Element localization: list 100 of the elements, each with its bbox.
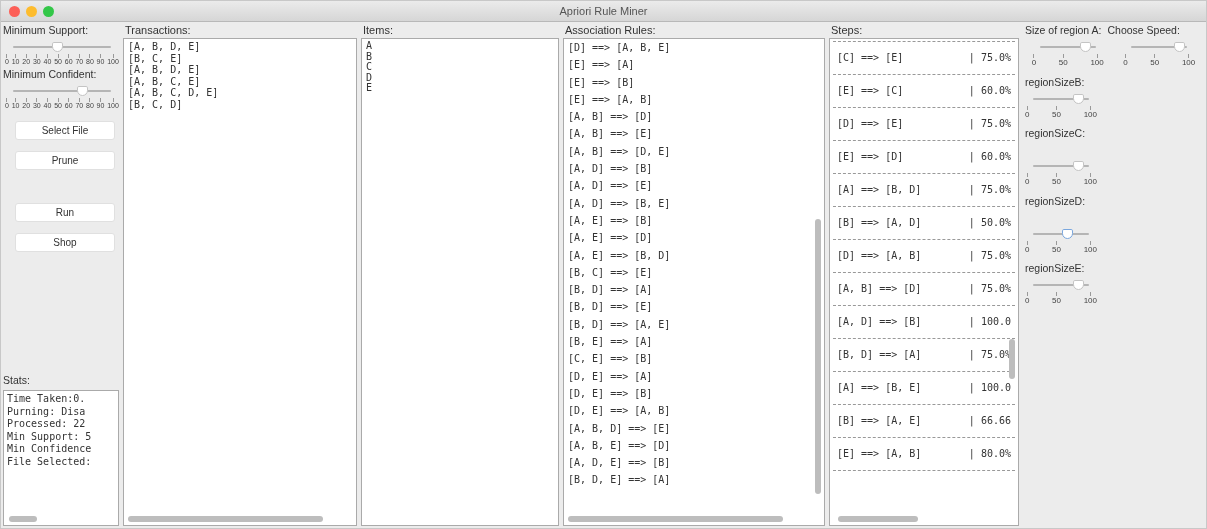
slider-label: Choose Speed: — [1107, 24, 1180, 36]
slider[interactable] — [1033, 228, 1089, 239]
item-row: C — [366, 62, 373, 73]
rule-row-text: [B, E] ==> [A] — [568, 335, 653, 350]
slider-label: regionSizeE: — [1025, 262, 1085, 275]
rule-row-text: [A, D] ==> [B, E] — [568, 196, 671, 211]
action-button[interactable]: Select File — [15, 120, 115, 140]
slider[interactable] — [1033, 161, 1089, 172]
column-label: Steps: — [830, 23, 863, 38]
tick-label: 100 — [1083, 244, 1097, 255]
slider-thumb[interactable] — [1079, 42, 1091, 52]
tick-label: 0 — [1025, 109, 1030, 120]
slider-label: regionSizeB: — [1025, 75, 1085, 88]
stats-label: Stats: — [3, 374, 30, 386]
step-rule: [B] ==> [A, D] — [837, 217, 922, 229]
step-rule: [A, B] ==> [D] — [837, 283, 922, 295]
rule-row-text: [E] ==> [A] — [568, 58, 635, 73]
tick-label: 0 — [1025, 244, 1030, 255]
rule-row-text: [A, D] ==> [E] — [568, 179, 653, 194]
slider-label: Minimum Confident: — [3, 68, 97, 81]
slider-label: regionSizeD: — [1025, 194, 1086, 207]
action-button[interactable]: Run — [15, 202, 115, 222]
rule-row-text: [B, D] ==> [A] — [568, 283, 653, 298]
rule-row-text: [B, D] ==> [E] — [568, 300, 653, 315]
tick-label: 0 — [1025, 177, 1030, 187]
scrollbar[interactable] — [568, 516, 783, 522]
step-confidence: | 50.0% — [968, 217, 1011, 229]
close-button[interactable] — [9, 5, 20, 17]
tick-label: 0 — [1025, 296, 1030, 306]
step-confidence: | 75.0% — [968, 283, 1011, 295]
slider[interactable] — [1033, 93, 1089, 104]
scrollbar[interactable] — [128, 516, 323, 522]
item-row: A — [366, 41, 373, 52]
scrollbar[interactable] — [1009, 339, 1015, 379]
column-label: Transactions: — [124, 23, 191, 38]
slider-label: Minimum Support: — [3, 24, 89, 36]
transaction-row: [A, B, D, E] — [128, 41, 201, 53]
step-rule: [D] ==> [E] — [837, 118, 904, 130]
rule-row-text: [A, B] ==> [D, E] — [568, 144, 671, 159]
minimize-button[interactable] — [26, 5, 37, 17]
slider[interactable] — [13, 42, 111, 52]
slider-thumb[interactable] — [1061, 228, 1073, 239]
action-button[interactable]: Shop — [15, 232, 115, 252]
step-rule: [A] ==> [B, D] — [837, 184, 922, 196]
transaction-row: [A, B, C, E] — [128, 75, 201, 87]
slider[interactable] — [13, 86, 111, 97]
step-rule: [D] ==> [A, B] — [837, 250, 922, 262]
rule-row-text: [E] ==> [A, B] — [568, 92, 653, 107]
item-row: E — [366, 83, 373, 94]
rule-row-text: [A, E] ==> [D] — [568, 231, 653, 246]
slider-thumb[interactable] — [52, 42, 64, 52]
transaction-row: [B, C, E] — [128, 52, 183, 64]
step-confidence: | 75.0% — [968, 52, 1011, 64]
transaction-row: [A, B, C, D, E] — [128, 87, 219, 99]
scrollbar[interactable] — [815, 219, 821, 494]
rule-row-text: [B, D, E] ==> [A] — [568, 473, 671, 488]
rule-row-text: [A, B] ==> [D] — [568, 110, 653, 125]
column-label: Items: — [362, 23, 393, 38]
stats-line: Purning: Disa — [7, 405, 86, 418]
rule-row-text: [A, E] ==> [B, D] — [568, 248, 671, 263]
item-row: B — [366, 51, 373, 62]
tick-label: 50 — [1150, 58, 1160, 68]
rule-row-text: [A, D, E] ==> [B] — [568, 456, 671, 471]
step-rule: [B, D] ==> [A] — [837, 349, 922, 361]
tick-label: 100 — [1181, 58, 1196, 68]
slider-thumb[interactable] — [1072, 280, 1084, 291]
step-rule: [E] ==> [A, B] — [837, 448, 922, 460]
scrollbar[interactable] — [838, 516, 918, 522]
scrollbar[interactable] — [9, 516, 37, 522]
stats-line: Time Taken:0. — [7, 393, 86, 406]
rule-row-text: [A, D] ==> [B] — [568, 162, 653, 177]
step-confidence: | 60.0% — [968, 85, 1011, 97]
zoom-button[interactable] — [43, 5, 54, 17]
slider[interactable] — [1033, 280, 1089, 291]
step-confidence: | 75.0% — [968, 118, 1011, 130]
rule-row-text: [D, E] ==> [A] — [568, 369, 653, 384]
step-rule: [B] ==> [A, E] — [837, 415, 922, 427]
transaction-row: [B, C, D] — [128, 98, 183, 110]
slider[interactable] — [1131, 42, 1188, 52]
window-title: Apriori Rule Miner — [559, 5, 648, 17]
stats-line: File Selected: — [7, 455, 92, 468]
slider-thumb[interactable] — [1072, 161, 1084, 172]
slider[interactable] — [1039, 42, 1096, 52]
step-confidence: | 60.0% — [968, 151, 1011, 163]
slider-thumb[interactable] — [76, 86, 88, 97]
action-button[interactable]: Prune — [15, 150, 115, 170]
slider-label: regionSizeC: — [1025, 127, 1086, 140]
step-confidence: | 75.0% — [968, 250, 1011, 262]
step-rule: [E] ==> [C] — [837, 85, 904, 97]
slider-thumb[interactable] — [1072, 93, 1084, 104]
tick-label: 50 — [1052, 244, 1061, 255]
rule-row-text: [D, E] ==> [A, B] — [568, 404, 671, 419]
column-label: Association Rules: — [564, 23, 656, 38]
stats-line: Processed: 22 — [7, 418, 86, 431]
slider-thumb[interactable] — [1173, 42, 1185, 52]
tick-label: 50 — [1052, 296, 1061, 306]
rule-row-text: [B, C] ==> [E] — [568, 265, 653, 280]
stats-line: Min Confidence — [7, 443, 92, 456]
tick-label: 0 — [1123, 58, 1128, 68]
step-rule: [A, D] ==> [B] — [837, 316, 922, 328]
